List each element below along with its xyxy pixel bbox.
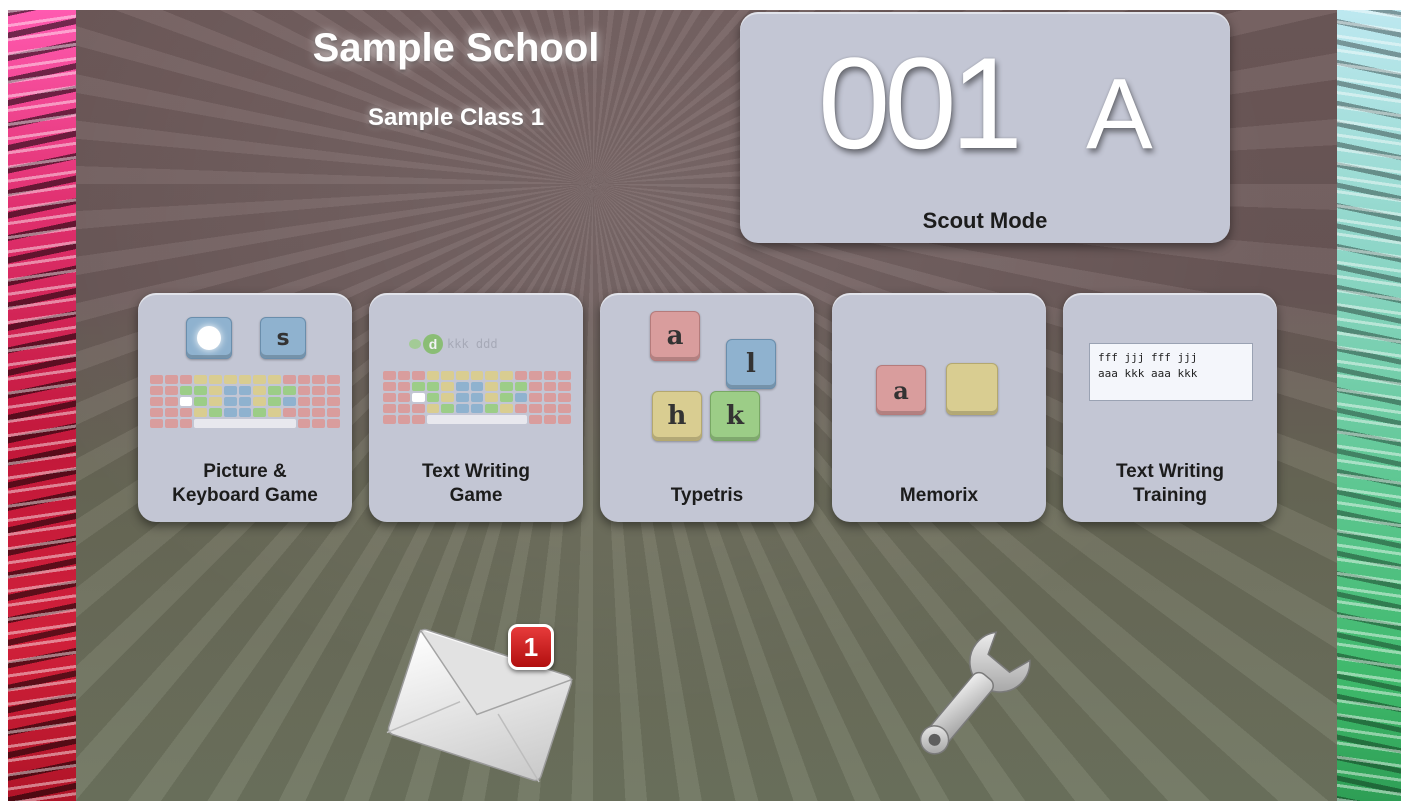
school-name: Sample School: [312, 26, 600, 70]
text-bubble-icon: d kkk ddd: [409, 333, 559, 355]
bubble-letter: d: [423, 334, 443, 354]
class-name: Sample Class 1: [367, 104, 545, 131]
tile-label-line1: Picture &: [203, 461, 287, 482]
right-light-streaks: [1337, 10, 1401, 801]
tile-picture-keyboard-game[interactable]: s Picture & Keyboard Game: [138, 293, 352, 522]
scout-mode-panel[interactable]: 001 A Scout Mode: [740, 12, 1230, 243]
tile-label: Typetris: [600, 484, 814, 508]
desktop-background: Sample School Sample Class 1 001 A Scout…: [8, 10, 1401, 801]
tile-text-writing-training[interactable]: fff jjj fff jjj aaa kkk aaa kkk Text Writ…: [1063, 293, 1277, 522]
wrench-icon: [919, 631, 1031, 755]
training-line-2: aaa kkk aaa kkk: [1098, 367, 1198, 380]
tile-label: Picture & Keyboard Game: [138, 460, 352, 508]
unread-count-badge: 1: [508, 624, 554, 670]
tile-label-line1: Memorix: [899, 485, 979, 506]
tile-label-line2: Training: [1133, 485, 1207, 506]
scout-number: 001: [818, 30, 1023, 176]
memorix-card-a: a: [876, 365, 926, 415]
scout-mode-label: Scout Mode: [922, 208, 1048, 233]
settings-button[interactable]: [888, 620, 1048, 785]
typetris-key-h: h: [652, 391, 702, 441]
typetris-key-k: k: [710, 391, 760, 441]
training-line-1: fff jjj fff jjj: [1098, 351, 1198, 364]
messages-button[interactable]: 1: [380, 620, 580, 790]
tile-label-line1: Text Writing: [1115, 461, 1225, 482]
training-text-preview: fff jjj fff jjj aaa kkk aaa kkk: [1089, 343, 1253, 401]
tile-label: Text Writing Training: [1063, 460, 1277, 508]
tile-label: Memorix: [832, 484, 1046, 508]
tile-typetris[interactable]: a l h k Typetris: [600, 293, 814, 522]
tile-memorix[interactable]: a Memorix: [832, 293, 1046, 522]
tile-label: Text Writing Game: [369, 460, 583, 508]
typetris-key-l: l: [726, 339, 776, 389]
preview-text: kkk ddd: [447, 337, 498, 351]
scout-level-letter: A: [1086, 58, 1153, 170]
letter-key-icon: s: [260, 317, 306, 359]
typetris-key-a: a: [650, 311, 700, 361]
sun-key-icon: [186, 317, 232, 359]
keyboard-icon: [150, 375, 340, 428]
tile-label-line2: Game: [449, 485, 503, 506]
tile-text-writing-game[interactable]: d kkk ddd Text Writing Game: [369, 293, 583, 522]
tile-label-line2: Keyboard Game: [172, 485, 318, 506]
tile-label-line1: Typetris: [670, 485, 744, 506]
left-light-streaks: [8, 10, 76, 801]
tile-label-line1: Text Writing: [421, 461, 531, 482]
memorix-card-hidden: [946, 363, 998, 415]
keyboard-icon: [383, 371, 571, 424]
